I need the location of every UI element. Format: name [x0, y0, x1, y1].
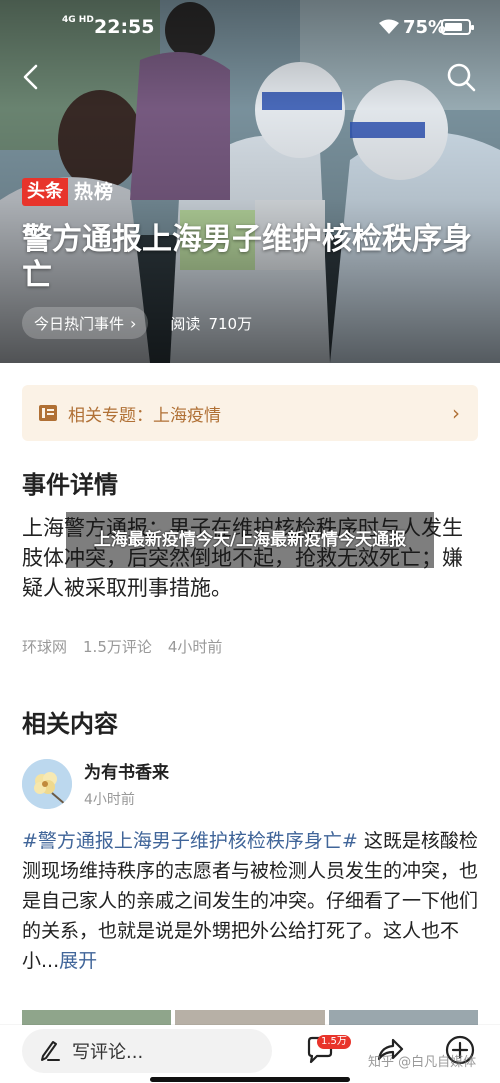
overlay-caption: 上海最新疫情今天/上海最新疫情今天通报 — [66, 512, 434, 568]
read-count: 阅读 710万 — [170, 313, 252, 334]
author-time: 4小时前 — [84, 792, 135, 808]
hero-banner: 4G HD 22:55 75% 头条 热榜 警方通报上海男子维护核检秩序身亡 今… — [0, 0, 500, 363]
battery-fill — [445, 23, 462, 31]
read-count-label: 阅读 — [170, 314, 201, 333]
document-icon — [39, 405, 57, 421]
overlay-caption-text: 上海最新疫情今天/上海最新疫情今天通报 — [93, 530, 407, 550]
battery-icon — [441, 19, 474, 35]
brand-text: 热榜 — [74, 181, 115, 203]
status-time: 22:55 — [94, 16, 155, 38]
related-section-title: 相关内容 — [22, 710, 118, 738]
hero-meta: 今日热门事件 › 阅读 710万 — [22, 307, 252, 339]
flower-icon — [22, 758, 72, 809]
post-body: #警方通报上海男子维护核检秩序身亡# 这既是核酸检测现场维持秩序的志愿者与被检测… — [22, 826, 482, 976]
event-time: 4小时前 — [167, 638, 223, 656]
comment-count-badge: 1.5万 — [317, 1035, 351, 1049]
event-comments[interactable]: 1.5万评论 — [83, 636, 152, 657]
home-indicator[interactable] — [150, 1077, 350, 1082]
read-count-value: 710万 — [208, 314, 253, 333]
brand-badge: 头条 热榜 — [22, 177, 120, 207]
chevron-right-icon: › — [130, 313, 137, 333]
event-source[interactable]: 环球网 — [22, 636, 67, 657]
post-hashtag[interactable]: #警方通报上海男子维护核检秩序身亡# — [22, 830, 358, 852]
search-icon[interactable] — [444, 60, 478, 94]
topic-label: 相关专题： — [68, 405, 153, 426]
hot-event-chip[interactable]: 今日热门事件 › — [22, 307, 149, 339]
brand-tag: 头条 — [22, 178, 68, 206]
network-indicator: 4G HD — [62, 15, 94, 25]
event-meta: 环球网 1.5万评论 4小时前 — [22, 636, 222, 657]
related-topic-card[interactable]: 相关专题： 上海疫情 › — [22, 385, 478, 441]
bottom-bar: 写评论... 1.5万 知乎 @白凡自媒体 — [0, 1025, 500, 1083]
pen-icon — [41, 1041, 60, 1061]
hot-event-label: 今日热门事件 — [34, 314, 125, 333]
avatar[interactable] — [22, 758, 72, 809]
author-row: 为有书香来 4小时前 — [22, 758, 169, 809]
page-title: 警方通报上海男子维护核检秩序身亡 — [22, 222, 472, 293]
chevron-right-icon: › — [452, 401, 460, 425]
expand-link[interactable]: 展开 — [59, 950, 97, 972]
comment-placeholder: 写评论... — [72, 1042, 144, 1063]
chevron-left-icon[interactable] — [14, 60, 48, 94]
author-name[interactable]: 为有书香来 — [84, 758, 169, 783]
watermark: 知乎 @白凡自媒体 — [368, 1055, 477, 1070]
event-section-title: 事件详情 — [22, 471, 118, 499]
topic-value: 上海疫情 — [153, 405, 221, 426]
status-bar: 4G HD 22:55 75% — [0, 0, 500, 52]
battery-percent: 75% — [403, 17, 447, 38]
wifi-icon — [379, 19, 399, 34]
comment-input[interactable]: 写评论... — [22, 1029, 272, 1073]
